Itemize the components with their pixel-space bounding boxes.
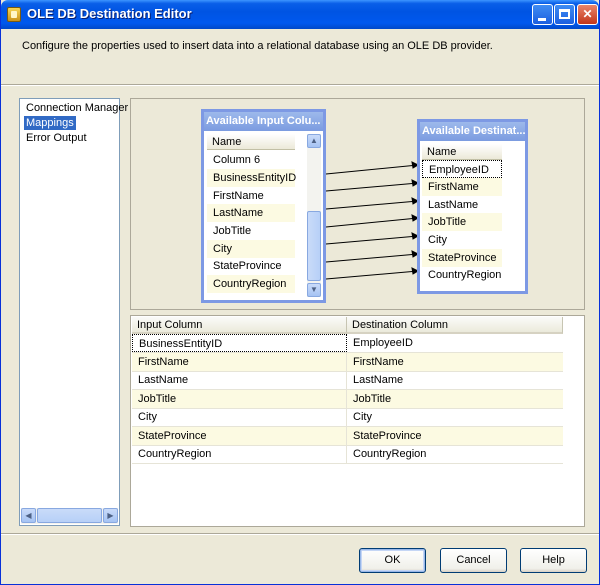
destination-column-cell[interactable]: City [347, 408, 563, 426]
destination-column-cell[interactable]: StateProvince [347, 427, 563, 445]
minimize-button[interactable] [532, 4, 553, 25]
destination-column-cell[interactable]: JobTitle [347, 390, 563, 408]
mapping-line[interactable] [325, 217, 419, 228]
ok-button[interactable]: OK [359, 548, 426, 573]
table-row[interactable]: BusinessEntityID EmployeeID [132, 334, 563, 353]
close-button[interactable]: ✕ [577, 4, 598, 25]
mapping-line[interactable] [325, 235, 419, 245]
input-column-item[interactable]: LastName [207, 204, 295, 222]
header-separator [1, 84, 599, 86]
destination-column-cell[interactable]: FirstName [347, 353, 563, 371]
input-column-cell[interactable]: FirstName [132, 353, 347, 371]
table-row[interactable]: FirstName FirstName [132, 353, 563, 372]
scroll-up-icon[interactable]: ▲ [307, 134, 321, 148]
input-column-item[interactable]: StateProvince [207, 257, 295, 275]
input-column-cell[interactable]: LastName [132, 371, 347, 389]
input-name-header: Name [207, 134, 295, 150]
window-title: OLE DB Destination Editor [27, 6, 192, 21]
table-row[interactable]: LastName LastName [132, 371, 563, 390]
scroll-down-icon[interactable]: ▼ [307, 283, 321, 297]
maximize-button[interactable] [554, 4, 575, 25]
mapping-canvas[interactable]: Available Input Colu... Name Column 6 Bu… [130, 98, 585, 310]
scroll-right-icon[interactable]: ▶ [103, 508, 118, 523]
cancel-button[interactable]: Cancel [440, 548, 507, 573]
table-row[interactable]: CountryRegion CountryRegion [132, 445, 563, 464]
app-icon [7, 7, 21, 22]
title-bar[interactable]: OLE DB Destination Editor ✕ [1, 0, 599, 29]
available-input-columns-table[interactable]: Available Input Colu... Name Column 6 Bu… [201, 109, 326, 303]
destination-column-cell[interactable]: CountryRegion [347, 445, 563, 463]
mapping-line[interactable] [325, 200, 419, 210]
mapping-grid: Input Column Destination Column Business… [130, 315, 585, 527]
destination-column-cell[interactable]: EmployeeID [347, 334, 563, 352]
destination-column-cell[interactable]: LastName [347, 371, 563, 389]
input-table-title: Available Input Colu... [204, 112, 323, 131]
grid-header-input-column[interactable]: Input Column [132, 317, 347, 334]
destination-name-header: Name [422, 144, 502, 160]
grid-header-destination-column[interactable]: Destination Column [347, 317, 563, 334]
input-column-cell[interactable]: CountryRegion [132, 445, 347, 463]
input-column-cell[interactable]: BusinessEntityID [132, 334, 347, 352]
mapping-line[interactable] [325, 164, 419, 175]
input-column-item[interactable]: CountryRegion [207, 275, 295, 293]
help-button[interactable]: Help [520, 548, 587, 573]
input-column-item[interactable]: FirstName [207, 187, 295, 205]
footer-separator [1, 533, 599, 535]
input-column-item[interactable]: Column 6 [207, 151, 295, 169]
dialog-window: OLE DB Destination Editor ✕ Configure th… [0, 0, 600, 585]
available-destination-columns-table[interactable]: Available Destinat... Name EmployeeID Fi… [417, 119, 528, 294]
input-column-cell[interactable]: StateProvince [132, 427, 347, 445]
dialog-description: Configure the properties used to insert … [22, 40, 493, 52]
destination-column-item[interactable]: EmployeeID [422, 160, 502, 178]
nav-item-connection-manager[interactable]: Connection Manager [24, 101, 130, 115]
minimize-icon [538, 18, 546, 21]
nav-item-error-output[interactable]: Error Output [24, 131, 89, 145]
destination-column-item[interactable]: JobTitle [422, 213, 502, 231]
scrollbar-thumb[interactable] [37, 508, 102, 523]
table-row[interactable]: JobTitle JobTitle [132, 390, 563, 409]
input-column-item[interactable]: JobTitle [207, 222, 295, 240]
maximize-icon [559, 9, 570, 19]
scroll-left-icon[interactable]: ◀ [21, 508, 36, 523]
scrollbar-thumb[interactable] [307, 211, 321, 281]
close-icon: ✕ [582, 7, 593, 21]
input-table-scrollbar[interactable]: ▲ ▼ [307, 134, 321, 297]
input-column-item[interactable]: BusinessEntityID [207, 169, 296, 187]
destination-column-item[interactable]: StateProvince [422, 249, 502, 267]
destination-column-item[interactable]: LastName [422, 196, 502, 214]
input-column-cell[interactable]: City [132, 408, 347, 426]
destination-column-item[interactable]: FirstName [422, 178, 502, 196]
mapping-line[interactable] [325, 270, 419, 280]
mapping-line[interactable] [325, 182, 419, 192]
destination-table-title: Available Destinat... [420, 122, 525, 141]
nav-horizontal-scrollbar[interactable]: ◀ ▶ [21, 508, 118, 524]
destination-column-item[interactable]: City [422, 231, 502, 249]
page-navigation-list: Connection Manager Mappings Error Output… [19, 98, 128, 526]
destination-column-item[interactable]: CountryRegion [422, 266, 502, 284]
input-column-item[interactable]: City [207, 240, 295, 258]
table-row[interactable]: City City [132, 408, 563, 427]
input-column-cell[interactable]: JobTitle [132, 390, 347, 408]
table-row[interactable]: StateProvince StateProvince [132, 427, 563, 446]
mapping-line[interactable] [325, 253, 419, 263]
nav-item-mappings[interactable]: Mappings [24, 116, 76, 130]
